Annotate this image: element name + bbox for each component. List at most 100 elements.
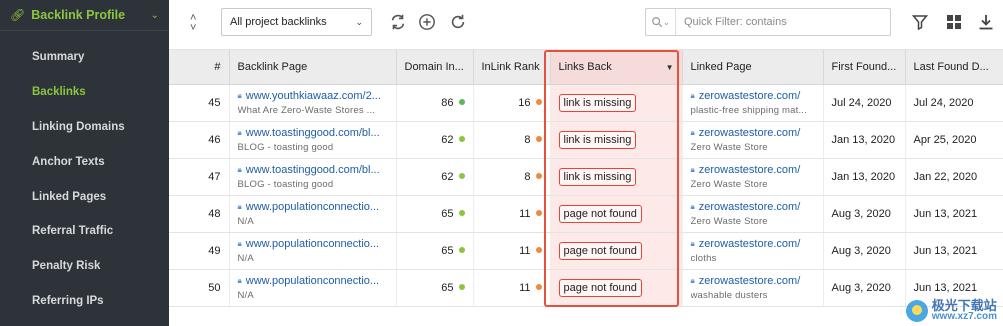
watermark-line2: www.xz7.com [931,311,997,322]
reload-button[interactable] [448,12,468,32]
first-found-cell: Aug 3, 2020 [823,195,906,233]
inlink-rank-cell: 11 [473,269,551,307]
grid-icon [947,15,961,29]
links-back-cell: link is missing [550,84,683,122]
linked-page-url-link[interactable]: 🔒︎ zerowastestore.com/ [691,164,815,176]
links-back-status-badge: page not found [558,204,642,223]
sidebar-item-penalty-risk[interactable]: Penalty Risk [0,249,169,284]
rank-indicator-dot [535,172,542,179]
linked-page-url-link[interactable]: 🔒︎ zerowastestore.com/ [691,238,815,250]
linked-page-title: washable dusters [690,289,768,301]
backlink-page-cell: 🔒︎ www.toastinggood.com/bl... BLOG - toast… [229,158,397,196]
sidebar-item-referring-ips[interactable]: Referring IPs [0,284,169,319]
table-row[interactable]: 50 🔒︎ www.populationconnectio... N/A 65 11 pag… [169,269,1003,307]
linked-page-url-link[interactable]: 🔒︎ zerowastestore.com/ [691,90,815,102]
domain-inlink-rank-value: 62 [441,133,454,146]
links-back-status-badge: page not found [558,278,642,297]
backlink-url-link[interactable]: 🔒︎ www.populationconnectio... [238,238,388,250]
filter-search-dropdown[interactable]: ⌄ [646,9,676,35]
filter-button[interactable] [910,12,930,32]
table-row[interactable]: 46 🔒︎ www.toastinggood.com/bl... BLOG - toa… [169,121,1003,159]
watermark: 极光下载站 www.xz7.com [905,298,997,322]
domain-inlink-rank-cell: 65 [396,269,474,307]
sidebar-item-backlinks[interactable]: Backlinks [0,75,169,110]
watermark-line1: 极光下载站 [931,298,997,313]
backlink-url-link[interactable]: 🔒︎ www.populationconnectio... [238,275,388,287]
layout-grid-button[interactable] [944,12,964,32]
rank-indicator-dot [535,283,542,290]
backlink-url: www.populationconnectio... [245,274,380,287]
column-header-linked-page[interactable]: Linked Page [682,50,824,85]
links-back-status-badge: page not found [558,241,642,260]
backlinks-scope-select[interactable]: All project backlinks ⌄ [221,8,372,36]
domain-inlink-rank-cell: 65 [396,232,474,270]
reload-icon [451,14,465,29]
backlink-url-link[interactable]: 🔒︎ www.youthkiawaaz.com/2... [238,90,388,102]
column-header-domain-inlink-rank[interactable]: Domain In... [396,50,474,85]
quick-filter-input[interactable] [676,16,876,28]
sidebar-item-linked-pages[interactable]: Linked Pages [0,179,169,214]
linked-page-cell: 🔒︎ zerowastestore.com/plastic-free shippi… [682,84,824,122]
funnel-icon [912,15,928,30]
lock-icon: 🔒︎ [690,275,695,285]
sidebar-item-anchor-texts[interactable]: Anchor Texts [0,144,169,179]
first-found-cell: Jul 24, 2020 [823,84,906,122]
sort-toggle-icon[interactable]: ˄ ˅ [190,13,196,34]
backlink-page-title: What Are Zero-Waste Stores ... [237,104,376,116]
table-row[interactable]: 45 🔒︎ www.youthkiawaaz.com/2... What Are Ze… [169,84,1003,122]
linked-page-url: zerowastestore.com/ [698,274,801,287]
linked-page-cell: 🔒︎ zerowastestore.com/Zero Waste Store [682,158,824,196]
rank-indicator-dot [458,98,465,105]
column-header-links-back[interactable]: Links Back ▼ [550,50,683,85]
first-found-cell: Aug 3, 2020 [823,232,906,270]
backlink-url: www.populationconnectio... [245,237,380,250]
table-row[interactable]: 47 🔒︎ www.toastinggood.com/bl... BLOG - toa… [169,158,1003,196]
inlink-rank-cell: 8 [473,158,551,196]
download-button[interactable] [976,12,996,32]
lock-icon: 🔒︎ [237,164,242,174]
links-back-cell: page not found [550,269,683,307]
rank-indicator-dot [458,135,465,142]
column-header-number[interactable]: # [169,50,230,85]
sidebar: 🔗︎ Backlink Profile ⌄ Summary Backlinks Li… [0,0,169,326]
backlink-url-link[interactable]: 🔒︎ www.populationconnectio... [238,201,388,213]
chevron-down-icon[interactable]: ⌄ [151,10,159,21]
column-header-first-found[interactable]: First Found... [823,50,906,85]
add-button[interactable] [417,12,437,32]
linked-page-url-link[interactable]: 🔒︎ zerowastestore.com/ [691,201,815,213]
links-back-cell: page not found [550,232,683,270]
linked-page-cell: 🔒︎ zerowastestore.com/Zero Waste Store [682,121,824,159]
sidebar-item-linking-domains[interactable]: Linking Domains [0,110,169,145]
table-row[interactable]: 49 🔒︎ www.populationconnectio... N/A 65 11 pag… [169,232,1003,270]
refresh-sync-button[interactable] [388,12,408,32]
linked-page-url-link[interactable]: 🔒︎ zerowastestore.com/ [691,127,815,139]
sidebar-section-header[interactable]: 🔗︎ Backlink Profile ⌄ [0,0,169,31]
watermark-text: 极光下载站 www.xz7.com [931,298,997,322]
quick-filter: ⌄ [645,8,891,36]
sidebar-item-referral-traffic[interactable]: Referral Traffic [0,214,169,249]
sidebar-item-summary[interactable]: Summary [0,40,169,75]
column-header-backlink-page[interactable]: Backlink Page [229,50,397,85]
linked-page-cell: 🔒︎ zerowastestore.com/washable dusters [682,269,824,307]
column-header-inlink-rank[interactable]: InLink Rank [473,50,551,85]
links-back-cell: link is missing [550,121,683,159]
backlink-url-link[interactable]: 🔒︎ www.toastinggood.com/bl... [238,127,388,139]
column-header-last-found[interactable]: Last Found D... [905,50,1003,85]
inlink-rank-value: 11 [519,207,531,220]
domain-inlink-rank-value: 65 [441,244,454,257]
inlink-rank-value: 8 [524,133,531,146]
first-found-cell: Aug 3, 2020 [823,269,906,307]
inlink-rank-cell: 8 [473,121,551,159]
backlink-url: www.populationconnectio... [245,200,380,213]
sort-descending-icon[interactable]: ▼ [666,63,674,72]
table-row[interactable]: 48 🔒︎ www.populationconnectio... N/A 65 11 pag… [169,195,1003,233]
inlink-rank-value: 11 [519,244,531,257]
inlink-rank-value: 11 [519,281,531,294]
linked-page-title: cloths [690,252,717,264]
linked-page-cell: 🔒︎ zerowastestore.com/cloths [682,232,824,270]
linked-page-url-link[interactable]: 🔒︎ zerowastestore.com/ [691,275,815,287]
row-number: 50 [169,269,230,307]
rank-indicator-dot [535,209,542,216]
backlink-url-link[interactable]: 🔒︎ www.toastinggood.com/bl... [238,164,388,176]
plus-circle-icon [419,14,435,30]
